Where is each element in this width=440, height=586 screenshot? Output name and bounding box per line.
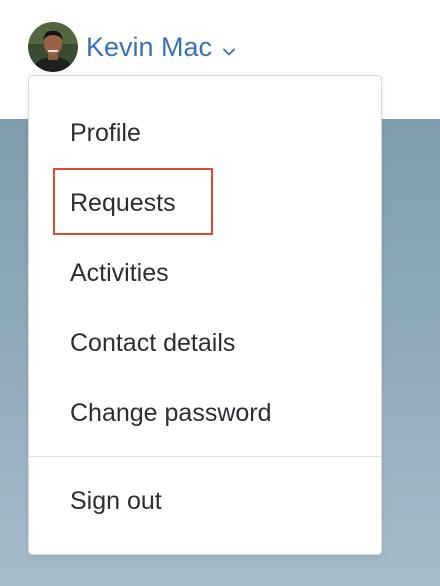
chevron-down-icon[interactable] [222,44,236,56]
user-name[interactable]: Kevin Mac [86,22,212,72]
menu-divider [29,456,381,457]
menu-item-profile[interactable]: Profile [70,113,141,153]
menu-item-contact-details[interactable]: Contact details [70,323,235,363]
avatar[interactable] [28,22,78,72]
user-dropdown-menu: Profile Requests Activities Contact deta… [28,75,382,555]
avatar-photo-icon [28,22,78,72]
menu-item-activities[interactable]: Activities [70,253,169,293]
user-menu-button[interactable]: Kevin Mac [28,22,236,72]
menu-item-change-password[interactable]: Change password [70,393,272,433]
menu-item-sign-out[interactable]: Sign out [70,481,162,521]
menu-item-requests[interactable]: Requests [70,183,176,223]
